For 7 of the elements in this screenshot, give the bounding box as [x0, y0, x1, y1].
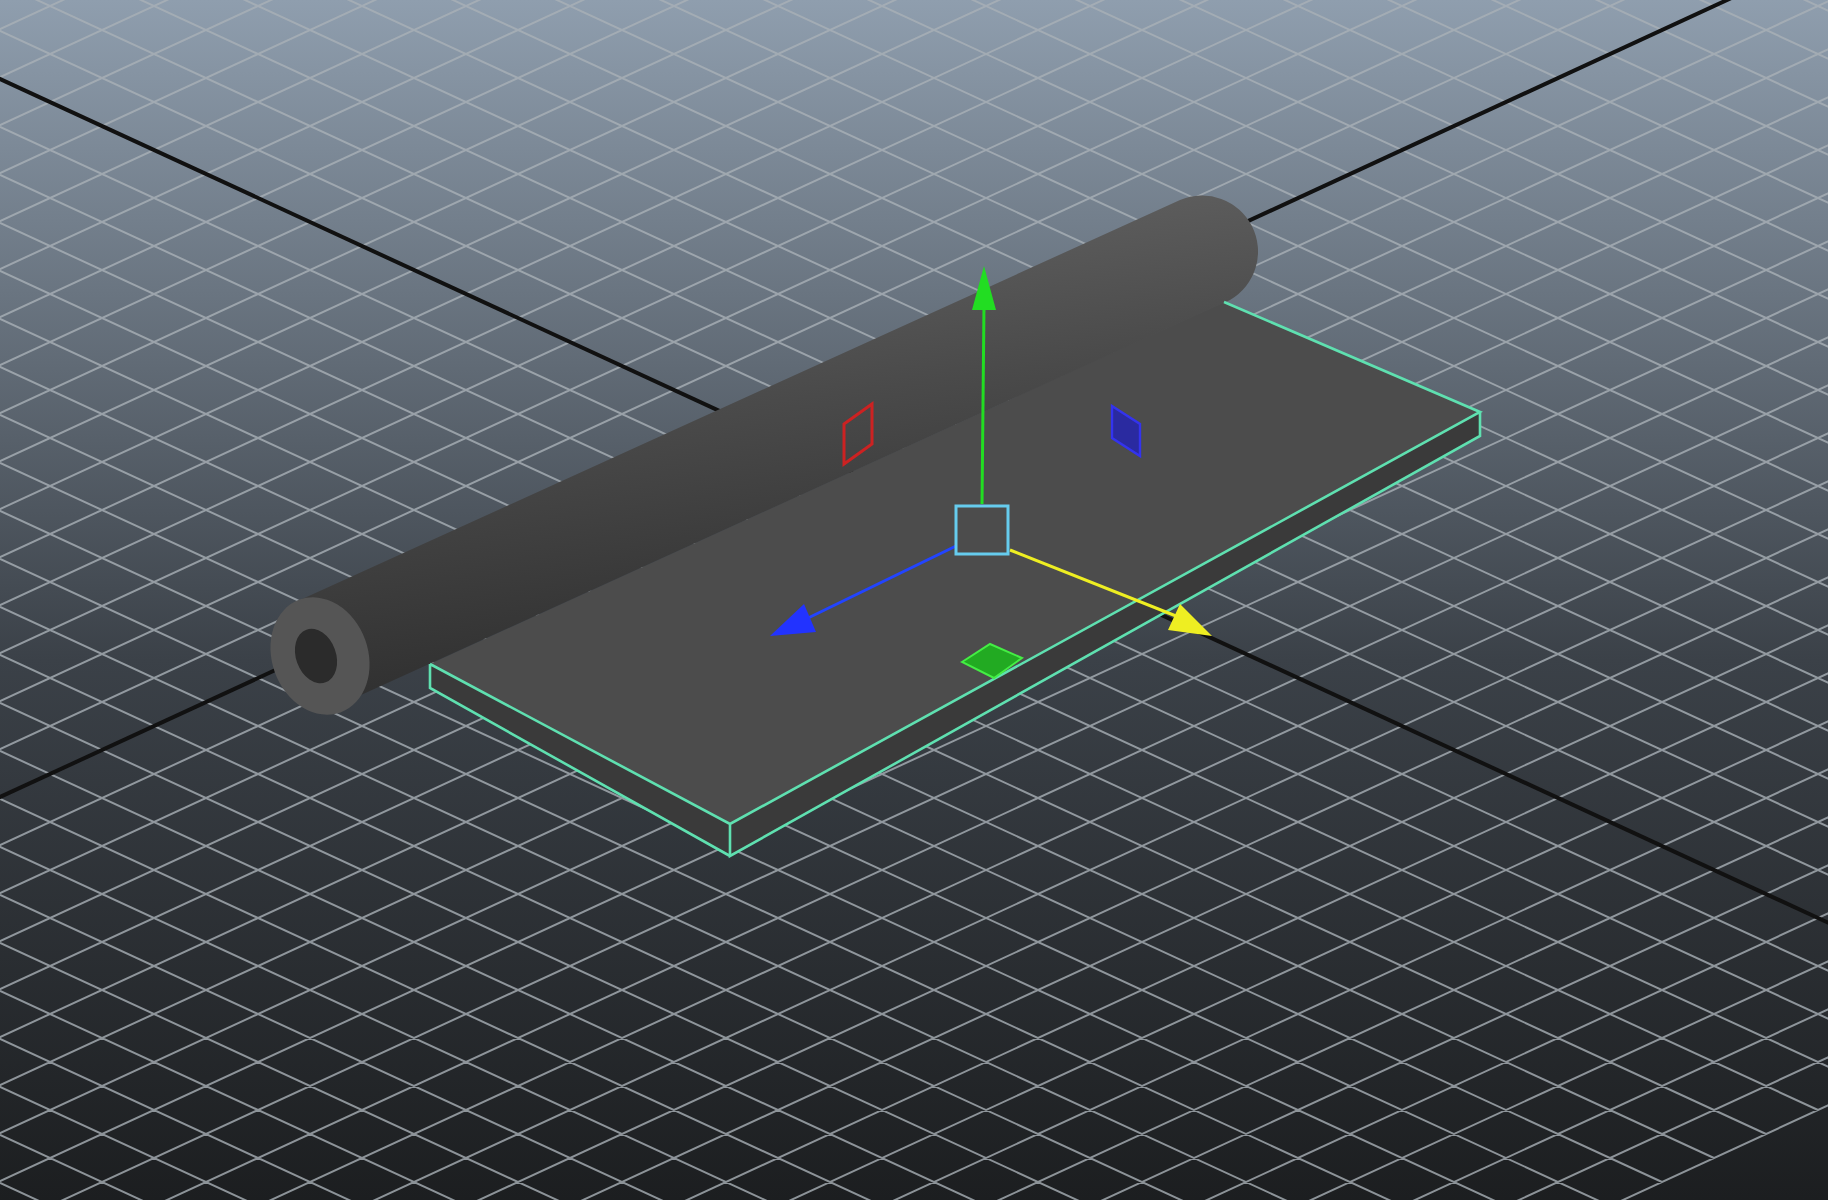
center-handle[interactable] — [954, 504, 1010, 556]
y-axis-arrow[interactable] — [972, 266, 996, 504]
tube-opening — [270, 597, 370, 715]
plane-handle[interactable] — [842, 401, 874, 467]
cylinder-object[interactable] — [270, 195, 1258, 715]
plane-handle[interactable] — [1110, 403, 1142, 459]
x-axis-arrow[interactable] — [1009, 548, 1212, 636]
